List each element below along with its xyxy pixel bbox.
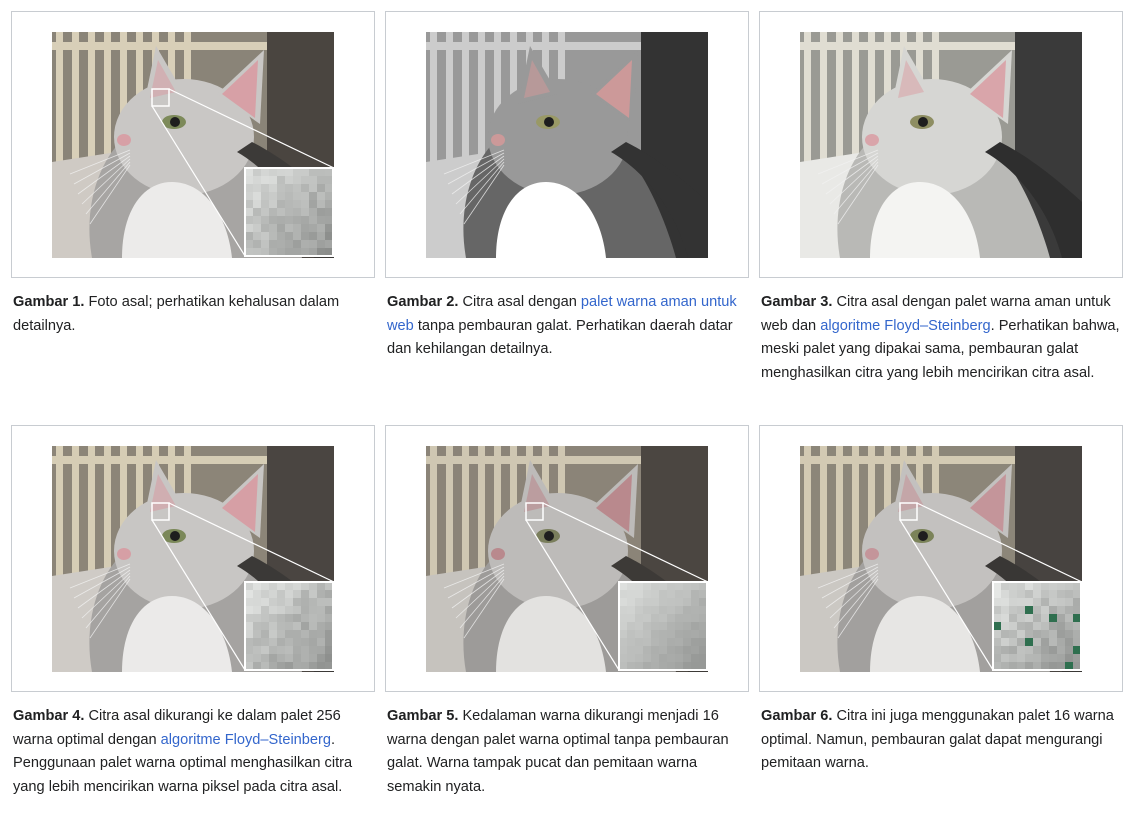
figure-3-label: Gambar 3.	[761, 294, 833, 310]
figure-5-caption: Gambar 5. Kedalaman warna dikurangi menj…	[387, 705, 747, 799]
figure-1-image[interactable]	[52, 32, 334, 258]
figure-3-caption: Gambar 3. Citra asal dengan palet warna …	[761, 291, 1121, 385]
cat-photo	[52, 32, 334, 258]
figure-1-caption: Gambar 1. Foto asal; perhatikan kehalusa…	[13, 291, 373, 338]
figure-1-frame	[11, 11, 375, 278]
figure-2-text-2: tanpa pembauran galat. Perhatikan daerah…	[387, 317, 733, 358]
figure-6-image[interactable]	[800, 446, 1082, 672]
figure-6-label: Gambar 6.	[761, 708, 833, 724]
figure-4-caption: Gambar 4. Citra asal dikurangi ke dalam …	[13, 705, 373, 799]
figure-4-image[interactable]	[52, 446, 334, 672]
figure-5-image[interactable]	[426, 446, 708, 672]
figure-2-label: Gambar 2.	[387, 294, 459, 310]
figure-2-frame	[385, 11, 749, 278]
figure-3-frame	[759, 11, 1123, 278]
figure-4-frame	[11, 425, 375, 692]
cat-photo	[800, 446, 1082, 672]
figure-1-label: Gambar 1.	[13, 294, 85, 310]
figure-3-image[interactable]	[800, 32, 1082, 258]
figure-6-caption: Gambar 6. Citra ini juga menggunakan pal…	[761, 705, 1121, 776]
cat-photo	[52, 446, 334, 672]
figure-2-image[interactable]	[426, 32, 708, 258]
floyd-steinberg-link[interactable]: algoritme Floyd–Steinberg	[161, 732, 331, 748]
cat-photo	[426, 32, 708, 258]
cat-photo	[426, 446, 708, 672]
figure-2-text-0: Citra asal dengan	[458, 294, 581, 310]
figure-4-label: Gambar 4.	[13, 708, 85, 724]
figure-6-frame	[759, 425, 1123, 692]
figure-5-label: Gambar 5.	[387, 708, 459, 724]
figure-2-caption: Gambar 2. Citra asal dengan palet warna …	[387, 291, 747, 362]
figure-5-frame	[385, 425, 749, 692]
cat-photo	[800, 32, 1082, 258]
floyd-steinberg-link[interactable]: algoritme Floyd–Steinberg	[820, 318, 990, 334]
